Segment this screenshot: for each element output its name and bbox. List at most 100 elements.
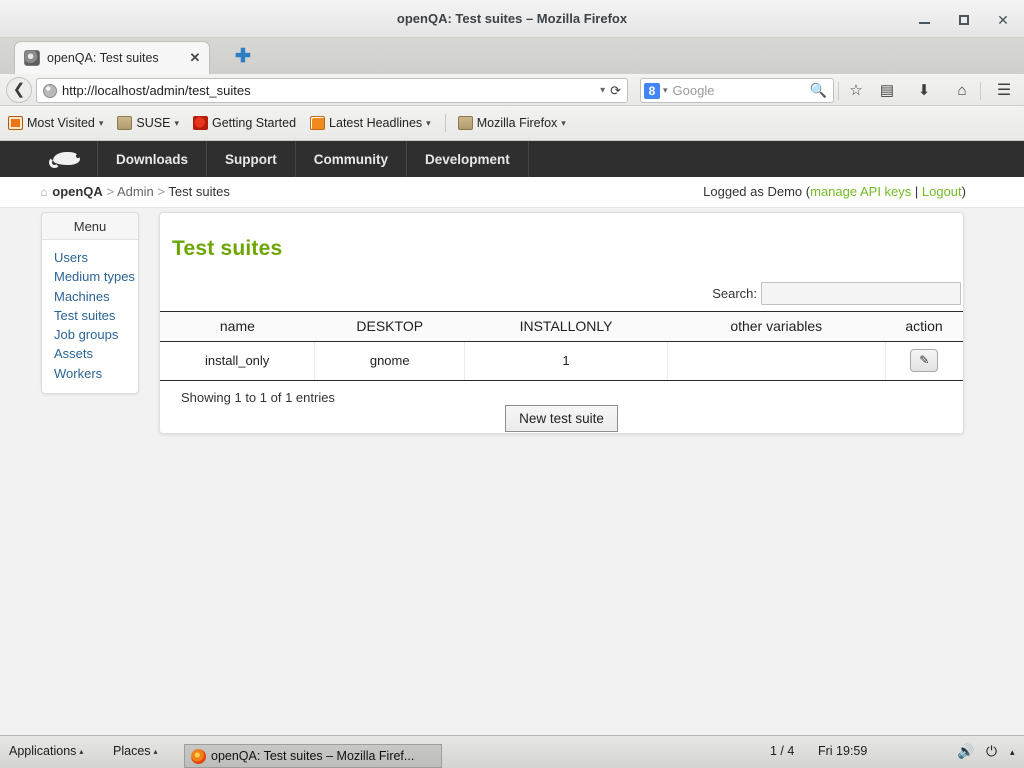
nav-item-support[interactable]: Support (207, 141, 296, 177)
sidebar-item-workers[interactable]: Workers (42, 364, 138, 383)
caret-up-icon: ▴ (153, 747, 158, 757)
window-close-button[interactable]: ✕ (992, 10, 1014, 30)
column-header-installonly[interactable]: INSTALLONLY (464, 311, 668, 342)
page-body: Menu Users Medium types Machines Test su… (0, 208, 1024, 735)
table-search-label: Search: (712, 286, 757, 301)
breadcrumb-root[interactable]: openQA (52, 184, 103, 199)
table-body: install_only gnome 1 ✎ (160, 341, 963, 381)
globe-icon (43, 83, 57, 98)
desktop-taskbar: Applications ▴ Places ▴ 1 / 4 Fri 19:59 🔊 … (0, 735, 1024, 768)
taskbar-window-button[interactable]: openQA: Test suites – Mozilla Firef... (184, 744, 442, 768)
sidebar-heading: Menu (42, 213, 138, 240)
column-header-action[interactable]: action (885, 311, 963, 342)
home-icon[interactable]: ⌂ (951, 81, 973, 101)
table-entries-info: Showing 1 to 1 of 1 entries (181, 390, 335, 405)
volume-icon[interactable]: 🔊 (957, 743, 974, 760)
site-navbar: Downloads Support Community Development (0, 141, 1024, 177)
chevron-down-icon[interactable]: ▾ (426, 118, 431, 129)
bookmark-star-icon[interactable]: ☆ (845, 81, 867, 101)
bookmark-most-visited[interactable]: Most Visited ▾ (8, 116, 103, 130)
search-icon[interactable]: 🔍 (810, 82, 830, 99)
browser-tabstrip: openQA: Test suites ✕ ✚ (0, 38, 1024, 74)
chevron-down-icon[interactable]: ▾ (561, 118, 566, 129)
window-titlebar: openQA: Test suites – Mozilla Firefox ✕ (0, 0, 1024, 38)
openqa-favicon-icon (24, 50, 40, 66)
opensuse-chameleon-logo[interactable] (36, 141, 98, 177)
bookmark-label: Getting Started (211, 116, 297, 130)
sidebar-item-assets[interactable]: Assets (42, 344, 138, 363)
browser-search-placeholder: Google (672, 83, 715, 98)
column-header-desktop[interactable]: DESKTOP (314, 311, 465, 342)
session-divider: | (911, 184, 922, 199)
column-header-other-variables[interactable]: other variables (667, 311, 886, 342)
bookmark-label: SUSE (136, 116, 171, 130)
sidebar-item-users[interactable]: Users (42, 248, 138, 267)
home-icon: ⌂ (40, 185, 48, 199)
back-button[interactable]: ❮ (6, 77, 32, 103)
browser-search-box[interactable]: 8 ▾ Google 🔍 (640, 78, 834, 103)
browser-navbar: ❮ http://localhost/admin/test_suites ▾ ⟳… (0, 74, 1024, 106)
tab-close-icon[interactable]: ✕ (187, 50, 203, 66)
sidebar-list: Users Medium types Machines Test suites … (42, 240, 138, 393)
window-title: openQA: Test suites – Mozilla Firefox (396, 11, 628, 26)
bookmark-latest-headlines[interactable]: Latest Headlines ▾ (310, 116, 431, 130)
window-maximize-button[interactable] (953, 10, 975, 30)
cell-other-variables (667, 341, 886, 381)
places-label: Places (113, 744, 151, 758)
bookmark-suse[interactable]: SUSE ▾ (117, 116, 179, 130)
taskbar-places-menu[interactable]: Places ▴ (113, 744, 158, 758)
bookmark-getting-started[interactable]: Getting Started (192, 116, 297, 130)
bookmark-label: Most Visited (27, 116, 95, 130)
nav-item-development[interactable]: Development (407, 141, 529, 177)
table-head: name DESKTOP INSTALLONLY other variables… (160, 311, 963, 342)
sidebar-item-machines[interactable]: Machines (42, 287, 138, 306)
chameleon-icon (48, 149, 85, 169)
chevron-down-icon[interactable]: ▾ (660, 85, 673, 96)
caret-up-icon: ▴ (79, 747, 84, 757)
table-search-input[interactable] (761, 282, 961, 305)
logged-as-text: Logged as Demo ( (703, 184, 811, 199)
reload-icon[interactable]: ⟳ (610, 83, 623, 99)
firefox-icon (191, 748, 206, 764)
edit-pencil-icon[interactable]: ✎ (910, 349, 939, 372)
nav-item-community[interactable]: Community (296, 141, 408, 177)
taskbar-clock[interactable]: Fri 19:59 (818, 744, 867, 758)
table-search-row: Search: (160, 261, 963, 311)
bookmarks-bar: Most Visited ▾ SUSE ▾ Getting Started La… (0, 106, 1024, 141)
new-tab-button[interactable]: ✚ (232, 47, 254, 69)
sidebar-item-test-suites[interactable]: Test suites (42, 306, 138, 325)
breadcrumb-admin[interactable]: Admin (117, 184, 154, 199)
url-bar[interactable]: http://localhost/admin/test_suites ▾ ⟳ (36, 78, 628, 103)
window-minimize-button[interactable] (913, 10, 935, 30)
downloads-icon[interactable]: ⬇ (913, 81, 935, 101)
browser-tab[interactable]: openQA: Test suites ✕ (14, 41, 210, 74)
sidebar-item-medium-types[interactable]: Medium types (42, 267, 138, 286)
logout-link[interactable]: Logout (922, 184, 962, 199)
library-icon[interactable]: ▤ (876, 81, 898, 101)
power-icon[interactable]: ⏻ (986, 743, 997, 760)
caret-up-icon[interactable]: ▴ (1010, 747, 1015, 758)
breadcrumb-current: Test suites (168, 184, 230, 199)
table-header-row: name DESKTOP INSTALLONLY other variables… (160, 311, 963, 342)
cell-action: ✎ (885, 341, 963, 381)
bookmark-mozilla-firefox[interactable]: Mozilla Firefox ▾ (457, 116, 566, 130)
column-header-name[interactable]: name (160, 311, 315, 342)
firefox-icon (192, 116, 208, 130)
bookmark-label: Latest Headlines (329, 116, 423, 130)
sidebar-item-job-groups[interactable]: Job groups (42, 325, 138, 344)
taskbar-workspace-indicator[interactable]: 1 / 4 (770, 744, 794, 758)
hamburger-menu-icon[interactable]: ☰ (993, 81, 1015, 101)
session-paren: ) (961, 184, 966, 199)
url-text: http://localhost/admin/test_suites (62, 83, 251, 98)
applications-label: Applications (9, 744, 77, 758)
taskbar-applications-menu[interactable]: Applications ▴ (9, 744, 83, 758)
folder-icon (117, 116, 133, 130)
manage-api-keys-link[interactable]: manage API keys (810, 184, 911, 199)
new-test-suite-button[interactable]: New test suite (505, 405, 618, 432)
chevron-down-icon[interactable]: ▾ (595, 85, 610, 96)
session-info: Logged as Demo (manage API keys | Logout… (703, 184, 966, 199)
chevron-down-icon[interactable]: ▾ (99, 118, 104, 129)
nav-item-downloads[interactable]: Downloads (98, 141, 208, 177)
breadcrumb: ⌂ openQA > Admin > Test suites (40, 184, 230, 199)
chevron-down-icon[interactable]: ▾ (174, 118, 179, 129)
